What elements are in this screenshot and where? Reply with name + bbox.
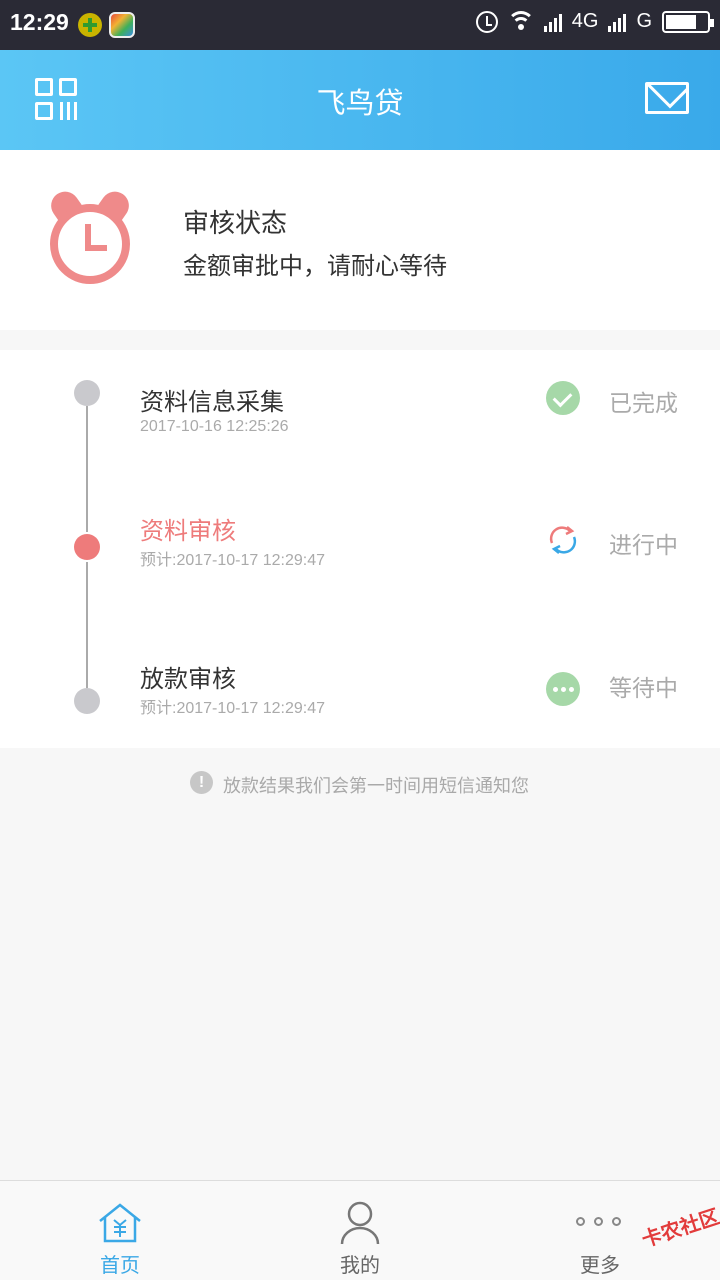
step-status: 等待中 <box>609 676 678 702</box>
step-status: 已完成 <box>609 391 678 417</box>
app-header: 飞鸟贷 <box>0 50 720 150</box>
step-time: 预计:2017-10-17 12:29:47 <box>140 700 326 717</box>
step-name: 资料信息采集 <box>140 388 284 416</box>
status-time: 12:29 <box>10 9 69 35</box>
step-status: 进行中 <box>609 533 678 559</box>
notice-text: 放款结果我们会第一时间用短信通知您 <box>223 776 529 797</box>
more-icon <box>576 1217 624 1227</box>
app-notification-icon <box>78 13 102 37</box>
alarm-status-icon <box>475 10 498 33</box>
signal-icon <box>543 12 562 32</box>
nav-label-home: 首页 <box>100 1253 140 1277</box>
mail-icon[interactable] <box>645 82 689 114</box>
info-icon: ! <box>190 771 213 794</box>
check-icon <box>546 381 580 415</box>
timeline-connector <box>86 406 88 532</box>
nav-label-mine: 我的 <box>340 1253 380 1277</box>
step-dot-waiting <box>74 688 100 714</box>
signal-icon-2 <box>608 12 627 32</box>
home-icon <box>99 1203 141 1243</box>
nav-item-home[interactable]: 首页 <box>60 1181 180 1280</box>
battery-icon <box>662 10 714 33</box>
network-type-label-2: G <box>636 10 652 32</box>
step-name: 资料审核 <box>140 517 236 545</box>
review-status-subtitle: 金额审批中，请耐心等待 <box>183 252 447 280</box>
step-dot-active <box>74 534 100 560</box>
sync-icon <box>549 526 577 554</box>
network-type-label: 4G <box>571 10 599 32</box>
nav-item-mine[interactable]: 我的 <box>300 1181 420 1280</box>
app-store-icon <box>109 12 135 38</box>
status-indicators: 4G G <box>475 10 714 33</box>
bottom-nav: 首页 我的 更多 <box>0 1180 720 1280</box>
step-time: 2017-10-16 12:25:26 <box>140 418 289 435</box>
page-title: 飞鸟贷 <box>316 86 404 120</box>
wifi-icon <box>507 10 534 33</box>
step-dot-done <box>74 380 100 406</box>
step-time: 预计:2017-10-17 12:29:47 <box>140 552 326 569</box>
step-name: 放款审核 <box>140 665 236 693</box>
user-icon <box>340 1201 380 1245</box>
alarm-clock-icon <box>45 186 135 288</box>
waiting-dots-icon <box>546 672 580 706</box>
review-status-title: 审核状态 <box>183 209 288 239</box>
timeline-connector <box>86 562 88 688</box>
nav-label-more: 更多 <box>580 1253 620 1277</box>
status-bar: 12:29 4G G <box>0 0 720 50</box>
